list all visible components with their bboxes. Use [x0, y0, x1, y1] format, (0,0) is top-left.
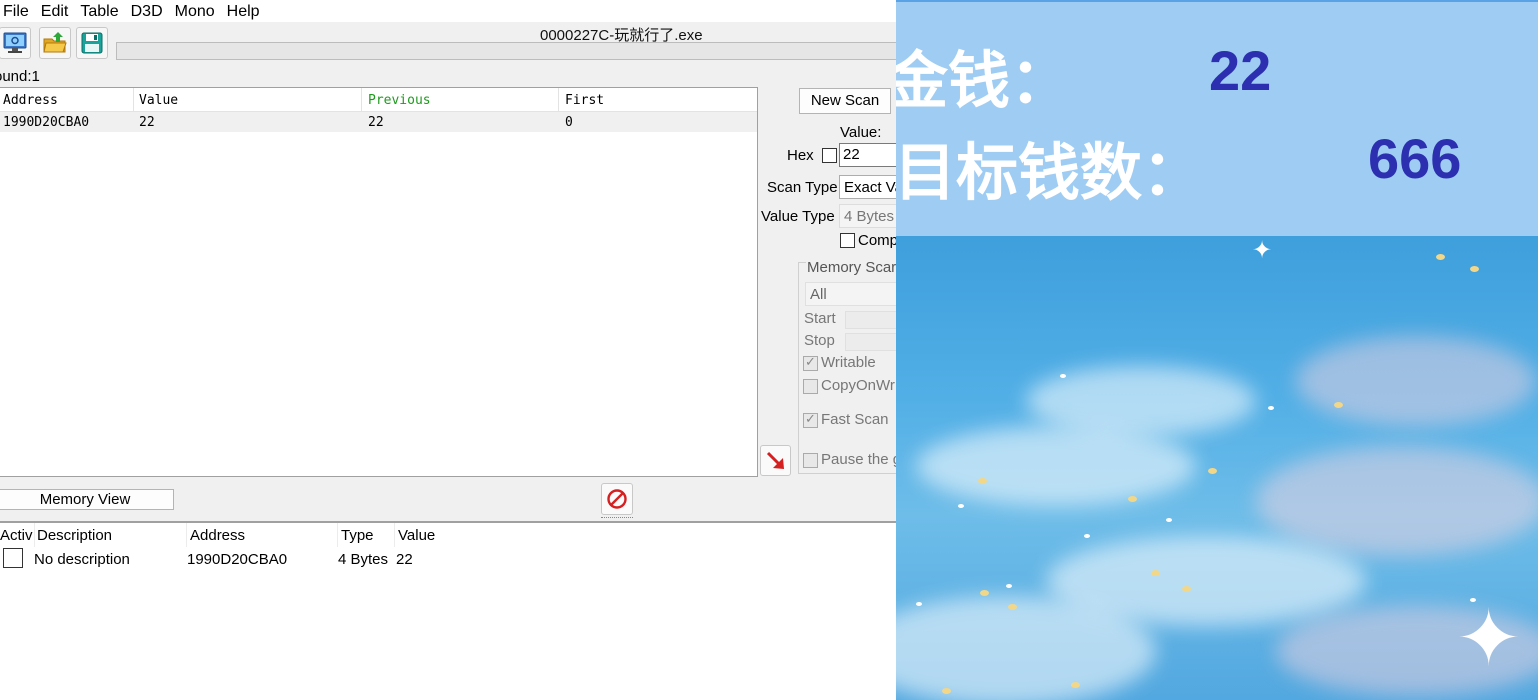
- memory-view-button[interactable]: Memory View: [0, 489, 174, 510]
- writable-label: Writable: [821, 354, 876, 371]
- col-address[interactable]: Address: [3, 93, 58, 108]
- value-input[interactable]: 22: [839, 143, 896, 167]
- red-arrow-icon: [766, 451, 784, 469]
- scan-type-label: Scan Type: [767, 179, 838, 196]
- copyonwrite-label: CopyOnWr: [821, 377, 895, 394]
- col-previous[interactable]: Previous: [368, 93, 431, 108]
- pause-game-label: Pause the g: [821, 451, 896, 468]
- memory-scan-label: Memory Scar: [806, 259, 896, 276]
- game-hud: 金钱： 22 目标钱数： 666: [896, 0, 1538, 236]
- entry-description[interactable]: No description: [34, 551, 130, 568]
- results-header: Address Value Previous First: [0, 88, 757, 112]
- address-list-row[interactable]: No description 1990D20CBA0 4 Bytes 22: [0, 547, 896, 569]
- row-value: 22: [139, 115, 155, 130]
- col-value[interactable]: Value: [139, 93, 178, 108]
- menu-bar: File Edit Table D3D Mono Help: [0, 0, 896, 22]
- open-file-button[interactable]: [39, 27, 71, 59]
- new-scan-button[interactable]: New Scan: [799, 88, 891, 114]
- splitter-grip[interactable]: [601, 517, 633, 520]
- stop-address-input[interactable]: [845, 333, 896, 351]
- entry-type[interactable]: 4 Bytes: [338, 551, 388, 568]
- fastscan-label: Fast Scan: [821, 411, 889, 428]
- computer-icon: [3, 32, 27, 53]
- address-list[interactable]: Activ Description Address Type Value No …: [0, 523, 896, 700]
- table-row[interactable]: 1990D20CBA0 22 22 0: [0, 112, 757, 132]
- memory-region-select[interactable]: All: [805, 282, 896, 306]
- compare-checkbox[interactable]: [840, 233, 855, 248]
- money-value: 22: [1209, 39, 1272, 102]
- value-type-label: Value Type: [761, 208, 835, 225]
- entry-address[interactable]: 1990D20CBA0: [187, 551, 287, 568]
- target-label: 目标钱数：: [896, 136, 1205, 209]
- prohibited-icon: [607, 489, 627, 509]
- value-label: Value:: [840, 124, 882, 141]
- scan-results-list[interactable]: Address Value Previous First 1990D20CBA0…: [0, 87, 758, 477]
- scan-type-select[interactable]: Exact Va: [839, 175, 896, 199]
- compare-label: Comp: [858, 232, 896, 249]
- sky-background: ✦ ✦: [896, 236, 1538, 700]
- sparkle-large-icon: ✦: [1456, 594, 1522, 682]
- cancel-scan-button[interactable]: [601, 483, 633, 515]
- cheat-engine-window: File Edit Table D3D Mono Help 0000227C-玩…: [0, 0, 896, 700]
- start-address-input[interactable]: [845, 311, 896, 329]
- entry-value[interactable]: 22: [396, 551, 413, 568]
- menu-d3d[interactable]: D3D: [127, 0, 171, 22]
- col-first[interactable]: First: [565, 93, 604, 108]
- menu-help[interactable]: Help: [223, 0, 268, 22]
- found-count: ound:1: [0, 68, 40, 85]
- hex-checkbox[interactable]: [822, 148, 837, 163]
- sparkle-icon: ✦: [1252, 237, 1273, 264]
- stop-label: Stop: [804, 332, 835, 349]
- writable-checkbox[interactable]: [803, 354, 818, 371]
- col-description[interactable]: Description: [37, 527, 112, 544]
- menu-edit[interactable]: Edit: [37, 0, 77, 22]
- save-disk-icon: [81, 32, 103, 54]
- menu-file[interactable]: File: [0, 0, 37, 22]
- row-first: 0: [565, 115, 573, 130]
- folder-open-icon: [43, 32, 67, 53]
- open-process-button[interactable]: [0, 27, 31, 59]
- col-list-address[interactable]: Address: [190, 527, 245, 544]
- save-button[interactable]: [76, 27, 108, 59]
- pause-game-checkbox[interactable]: [803, 453, 818, 468]
- start-label: Start: [804, 310, 836, 327]
- col-type[interactable]: Type: [341, 527, 374, 544]
- value-type-select[interactable]: 4 Bytes: [839, 204, 896, 228]
- menu-mono[interactable]: Mono: [171, 0, 223, 22]
- col-list-value[interactable]: Value: [398, 527, 435, 544]
- copyonwrite-checkbox[interactable]: [803, 379, 818, 394]
- row-address: 1990D20CBA0: [3, 115, 90, 130]
- row-previous: 22: [368, 115, 384, 130]
- fastscan-checkbox[interactable]: [803, 411, 818, 428]
- active-checkbox[interactable]: [3, 548, 23, 568]
- col-active[interactable]: Activ: [0, 527, 33, 544]
- address-list-header: Activ Description Address Type Value: [0, 523, 896, 547]
- add-to-list-button[interactable]: [760, 445, 791, 476]
- money-label: 金钱：: [896, 44, 1073, 117]
- game-window: 金钱： 22 目标钱数： 666 ✦ ✦: [896, 0, 1538, 700]
- hex-label: Hex: [787, 147, 814, 164]
- menu-table[interactable]: Table: [76, 0, 126, 22]
- target-value: 666: [1368, 127, 1462, 190]
- scan-progress-bar: [116, 42, 896, 60]
